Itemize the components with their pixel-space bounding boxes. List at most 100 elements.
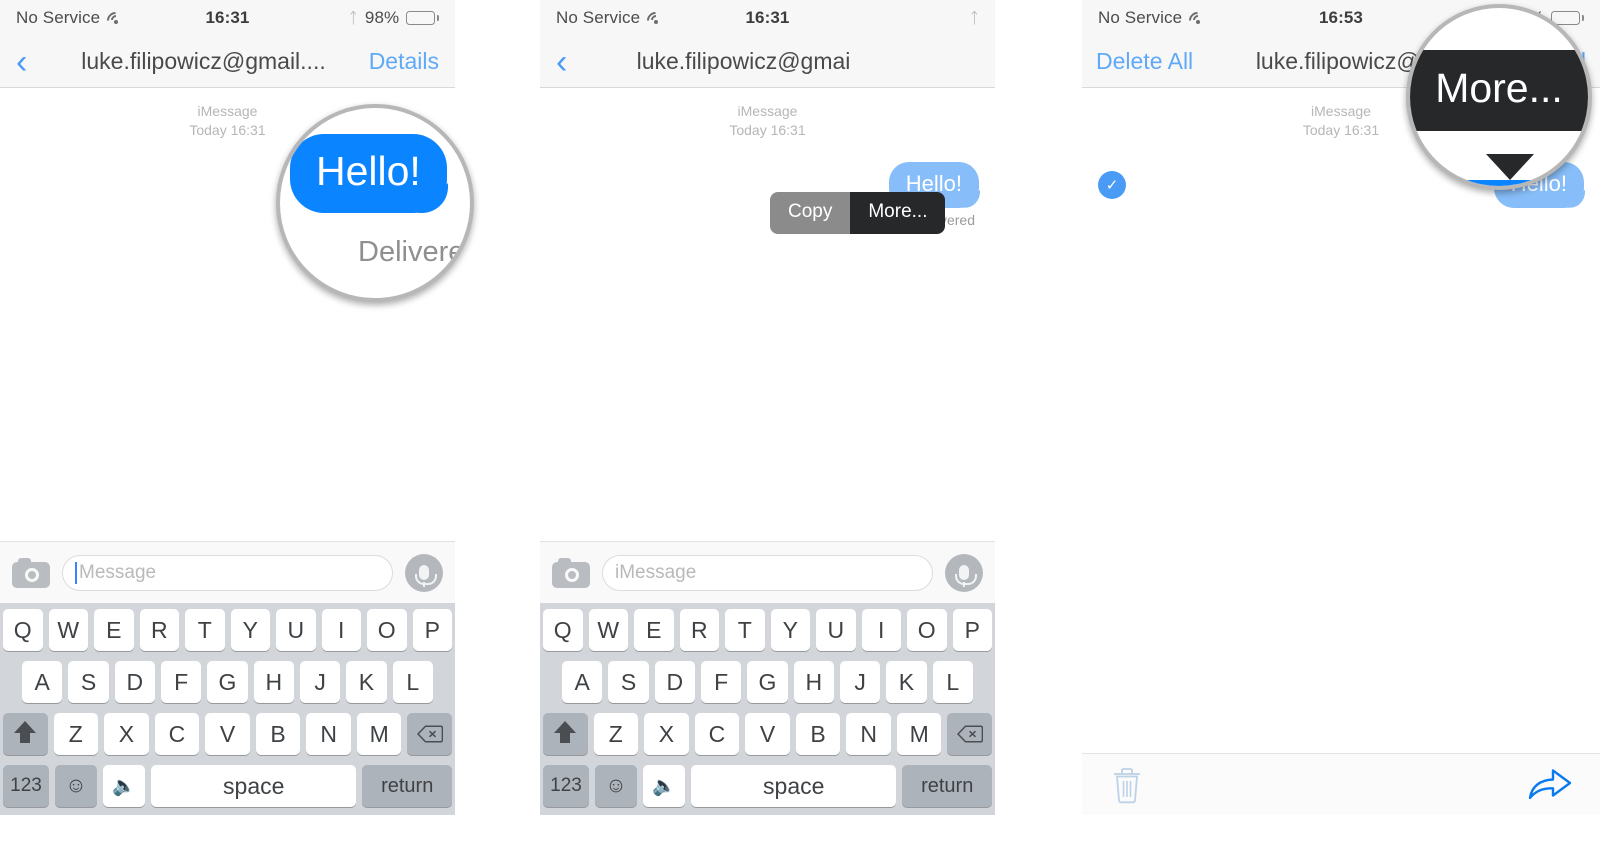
key-d[interactable]: D [114,661,155,703]
nav-bar-1: ‹ luke.filipowicz@gmail.... Details [0,36,455,88]
numbers-key[interactable]: 123 [3,765,49,807]
backspace-key[interactable] [947,713,993,755]
emoji-key[interactable]: ☺ [55,765,97,807]
space-key[interactable]: space [151,765,357,807]
microphone-button-2[interactable] [945,553,983,592]
numbers-key[interactable]: 123 [543,765,589,807]
camera-icon[interactable] [552,557,590,588]
key-v[interactable]: V [745,713,790,755]
key-r[interactable]: R [139,609,179,651]
key-z[interactable]: Z [593,713,639,755]
keyboard-row-3: Z X C V B N M [542,713,993,755]
message-meta-2: iMessage Today 16:31 [540,102,995,140]
more-menu-item[interactable]: More... [850,192,946,234]
key-f[interactable]: F [701,661,742,703]
key-t[interactable]: T [185,609,225,651]
key-v[interactable]: V [205,713,250,755]
bluetooth-icon: ᛏ [969,9,979,27]
phone-panel-1: No Service 16:31 ᛏ 98% ‹ luke.filipowicz… [0,0,474,815]
emoji-key[interactable]: ☺ [595,765,637,807]
key-r[interactable]: R [679,609,719,651]
key-q[interactable]: Q [3,609,43,651]
key-w[interactable]: W [48,609,88,651]
key-a[interactable]: A [22,661,63,703]
key-o[interactable]: O [367,609,407,651]
trash-icon[interactable] [1110,765,1144,805]
key-m[interactable]: M [356,713,402,755]
key-o[interactable]: O [907,609,947,651]
key-c[interactable]: C [154,713,200,755]
key-e[interactable]: E [94,609,134,651]
key-h[interactable]: H [793,661,834,703]
dictation-key[interactable]: 🔈 [643,765,685,807]
dictation-key[interactable]: 🔈 [103,765,145,807]
key-n[interactable]: N [846,713,891,755]
key-q[interactable]: Q [543,609,583,651]
magnified-message-bubble: Hello! [290,134,447,213]
key-b[interactable]: B [795,713,841,755]
key-j[interactable]: J [839,661,881,703]
key-k[interactable]: K [886,661,927,703]
conversation-title-2: luke.filipowicz@gmai [636,48,851,74]
status-bar-right-1: ᛏ 98% [349,8,439,28]
key-p[interactable]: P [952,609,992,651]
key-x[interactable]: X [104,713,149,755]
microphone-button-1[interactable] [405,553,443,592]
key-z[interactable]: Z [53,713,99,755]
key-x[interactable]: X [644,713,689,755]
key-u[interactable]: U [816,609,856,651]
message-select-checkmark-icon[interactable]: ✓ [1098,170,1126,199]
key-n[interactable]: N [306,713,351,755]
carrier-label: No Service [556,8,641,27]
return-key[interactable]: return [362,765,452,807]
key-g[interactable]: G [747,661,788,703]
conversation-area-3: iMessage Today 16:31 ✓ Hello! [1082,102,1600,702]
copy-menu-item[interactable]: Copy [770,192,851,234]
key-u[interactable]: U [276,609,316,651]
key-m[interactable]: M [896,713,942,755]
backspace-key[interactable] [407,713,453,755]
key-y[interactable]: Y [770,609,810,651]
forward-arrow-icon[interactable] [1526,766,1572,804]
back-chevron-icon[interactable]: ‹ [16,45,46,79]
magnified-delivery-status: Delivered [358,236,474,268]
message-input-placeholder: Message [79,561,157,583]
key-g[interactable]: G [207,661,248,703]
key-t[interactable]: T [725,609,765,651]
keyboard-row-3: Z X C V B N M [2,713,453,755]
key-s[interactable]: S [68,661,109,703]
key-s[interactable]: S [608,661,649,703]
message-input-1[interactable]: Message [62,554,393,591]
key-j[interactable]: J [299,661,341,703]
shift-key[interactable] [542,713,588,755]
key-i[interactable]: I [321,609,361,651]
key-e[interactable]: E [634,609,674,651]
key-k[interactable]: K [346,661,387,703]
back-chevron-icon[interactable]: ‹ [556,45,586,79]
key-c[interactable]: C [694,713,740,755]
status-bar-2: No Service 16:31 ᛏ [540,0,995,36]
camera-icon[interactable] [12,557,50,588]
key-d[interactable]: D [654,661,695,703]
key-h[interactable]: H [253,661,294,703]
details-button[interactable]: Details [369,48,439,75]
key-p[interactable]: P [412,609,452,651]
space-key[interactable]: space [691,765,897,807]
key-a[interactable]: A [562,661,603,703]
return-key[interactable]: return [902,765,992,807]
key-y[interactable]: Y [230,609,270,651]
shift-key[interactable] [2,713,48,755]
key-l[interactable]: L [932,661,973,703]
key-f[interactable]: F [161,661,202,703]
message-input-2[interactable]: iMessage [602,554,933,591]
text-caret [75,561,77,584]
emoji-smiley-icon: ☺ [605,774,627,797]
key-w[interactable]: W [588,609,628,651]
key-i[interactable]: I [861,609,901,651]
nav-bar-2: ‹ luke.filipowicz@gmai [540,36,995,88]
key-b[interactable]: B [255,713,301,755]
keyboard-row-4: 123 ☺ 🔈 space return [543,765,992,807]
meta-service-label: iMessage [737,103,798,119]
delete-all-button[interactable]: Delete All [1096,48,1193,75]
key-l[interactable]: L [392,661,433,703]
